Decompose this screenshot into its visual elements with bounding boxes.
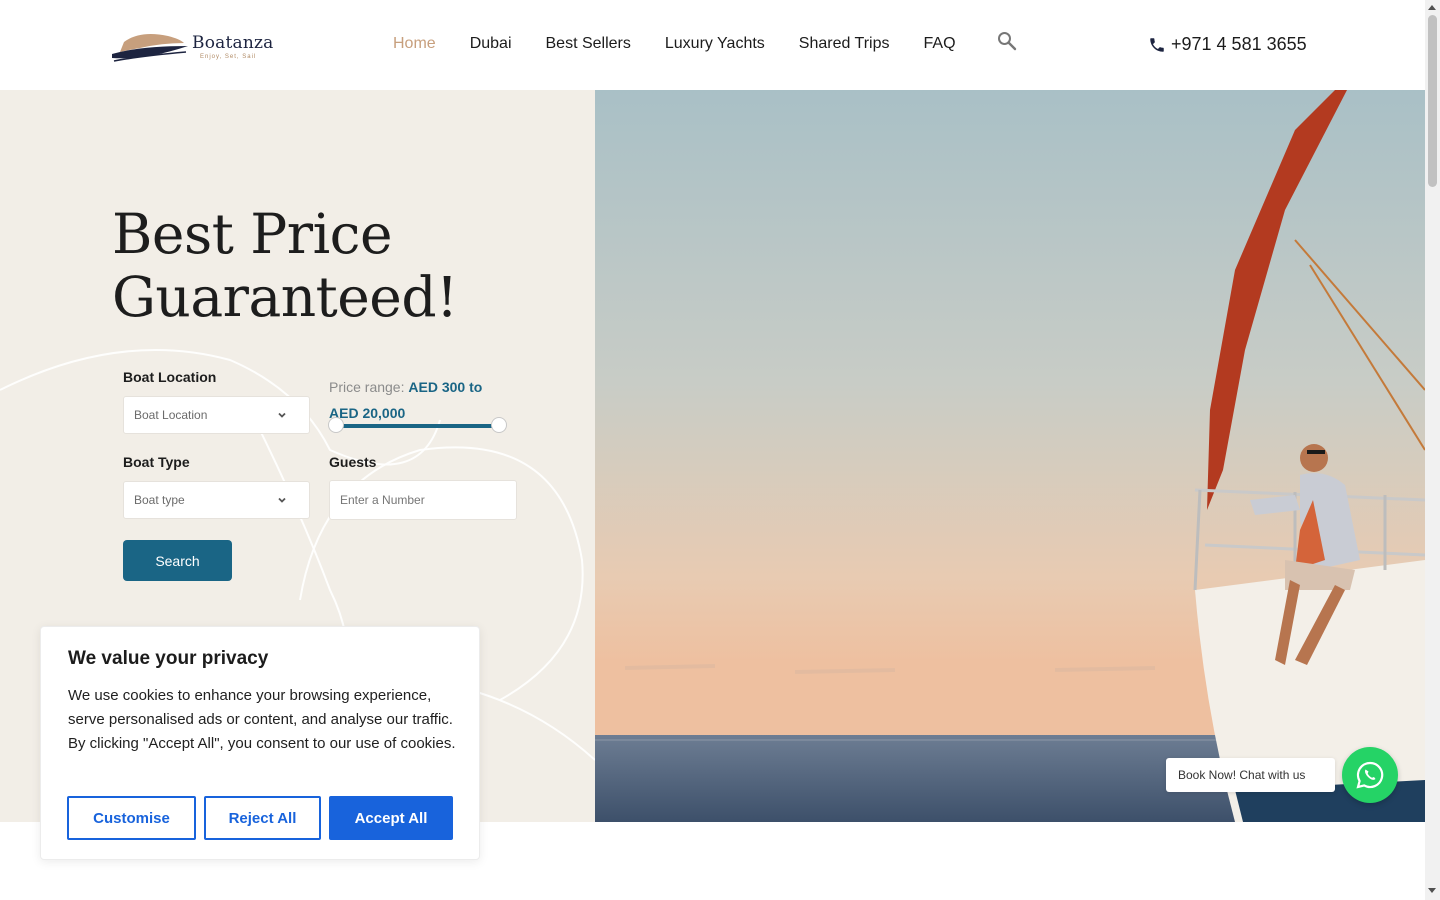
phone-icon: [1150, 37, 1164, 52]
phone-link[interactable]: +971 4 581 3655: [1148, 34, 1307, 55]
nav-item-shared-trips[interactable]: Shared Trips: [799, 34, 890, 54]
whatsapp-label-text: Book Now! Chat with us: [1178, 768, 1306, 782]
boat-location-select[interactable]: Boat Location: [123, 396, 310, 434]
scrollbar-thumb[interactable]: [1428, 15, 1437, 187]
boat-type-select[interactable]: Boat type: [123, 481, 310, 519]
nav-item-luxury-yachts[interactable]: Luxury Yachts: [665, 34, 765, 54]
accept-all-button[interactable]: Accept All: [329, 796, 453, 840]
reject-all-button[interactable]: Reject All: [204, 796, 321, 840]
whatsapp-chat-label[interactable]: Book Now! Chat with us: [1166, 758, 1335, 792]
nav-item-dubai[interactable]: Dubai: [470, 34, 512, 54]
hero-title: Best Price Guaranteed!: [112, 203, 458, 329]
guests-label: Guests: [329, 454, 377, 470]
site-header: Boatanza Enjoy, Set, Sail Home Dubai Bes…: [0, 0, 1425, 90]
hero-title-line2: Guaranteed!: [112, 265, 458, 329]
cookie-title: We value your privacy: [68, 648, 269, 669]
hero-sailboat-image: [595, 90, 1425, 822]
nav-item-best-sellers[interactable]: Best Sellers: [546, 34, 631, 54]
search-button[interactable]: Search: [123, 540, 232, 581]
logo-text: Boatanza Enjoy, Set, Sail: [192, 33, 273, 60]
main-nav: Home Dubai Best Sellers Luxury Yachts Sh…: [393, 34, 990, 54]
search-icon[interactable]: [997, 31, 1017, 51]
whatsapp-button[interactable]: [1342, 747, 1398, 803]
phone-number: +971 4 581 3655: [1171, 34, 1307, 54]
nav-item-faq[interactable]: FAQ: [924, 34, 956, 54]
whatsapp-icon: [1356, 761, 1384, 789]
boat-type-label: Boat Type: [123, 454, 190, 470]
boat-logo-icon: [112, 34, 188, 62]
logo-name: Boatanza: [192, 32, 274, 53]
boat-location-label: Boat Location: [123, 369, 217, 385]
scroll-up-arrow-icon[interactable]: [1428, 5, 1436, 10]
price-range-max-handle[interactable]: [491, 417, 507, 433]
nav-item-home[interactable]: Home: [393, 34, 436, 54]
site-logo[interactable]: Boatanza Enjoy, Set, Sail: [110, 26, 280, 66]
cookie-description: We use cookies to enhance your browsing …: [68, 687, 456, 752]
sailboat-scene-illustration: [595, 90, 1425, 822]
page-scrollbar[interactable]: [1425, 0, 1440, 900]
boat-location-value: Boat Location: [134, 408, 208, 422]
chevron-down-icon: [278, 412, 286, 418]
chevron-down-icon: [278, 497, 286, 503]
hero-title-line1: Best Price: [112, 202, 393, 266]
price-range-min-handle[interactable]: [328, 417, 344, 433]
price-range-label: Price range: AED 300 to AED 20,000: [329, 374, 504, 426]
guests-input[interactable]: [329, 480, 517, 520]
logo-tagline: Enjoy, Set, Sail: [200, 53, 257, 60]
cookie-consent-dialog: We value your privacy We use cookies to …: [40, 626, 480, 860]
boat-type-value: Boat type: [134, 493, 185, 507]
scroll-down-arrow-icon[interactable]: [1428, 888, 1436, 893]
price-range-track[interactable]: [336, 424, 499, 428]
price-range-title: Price range:: [329, 379, 405, 395]
customise-button[interactable]: Customise: [67, 796, 196, 840]
